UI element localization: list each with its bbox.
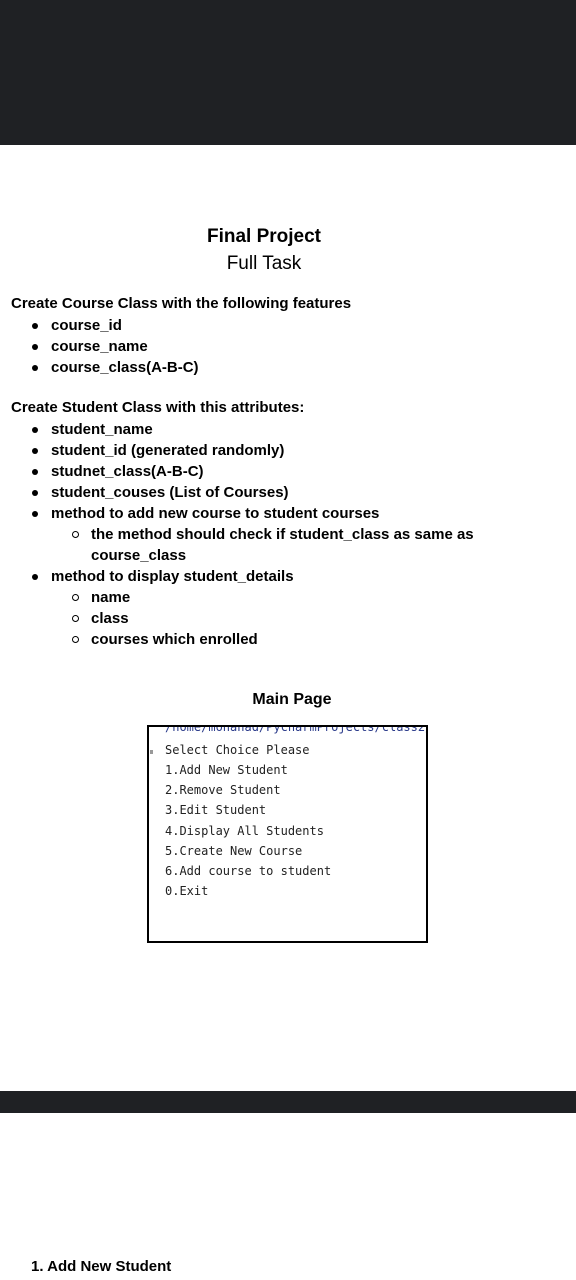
document-page: Final Project Full Task Create Course Cl… (0, 0, 576, 1280)
next-page-heading: 1. Add New Student (31, 1258, 172, 1275)
student-section-heading: Create Student Class with this attribute… (11, 399, 305, 416)
console-line: Select Choice Please (165, 743, 310, 757)
document-subtitle: Full Task (226, 253, 302, 274)
console-gutter-marker (150, 750, 153, 754)
console-line: 6.Add course to student (165, 864, 332, 878)
list-item: studnet_class(A-B-C) (0, 461, 511, 482)
list-item: student_couses (List of Courses) (0, 482, 511, 503)
list-item: course_name (0, 336, 199, 357)
console-path: /home/mohanad/PycharmProjects/class2/v (165, 725, 428, 734)
sub-list-item: name (0, 587, 511, 608)
student-attributes-list: student_name student_id (generated rando… (0, 419, 511, 650)
list-item: course_id (0, 315, 199, 336)
main-page-label: Main Page (252, 691, 332, 708)
console-line: 2.Remove Student (165, 783, 281, 797)
list-item: course_class(A-B-C) (0, 357, 199, 378)
console-line: 3.Edit Student (165, 803, 267, 817)
document-title: Final Project (206, 226, 322, 247)
sub-list-item: class (0, 608, 511, 629)
course-section-heading: Create Course Class with the following f… (11, 295, 352, 312)
list-item: method to add new course to student cour… (0, 503, 511, 524)
sub-list-item: the method should check if student_class… (0, 524, 511, 566)
console-line: 0.Exit (165, 884, 209, 898)
console-line: 5.Create New Course (165, 844, 303, 858)
list-item: method to display student_details (0, 566, 511, 587)
list-item: student_id (generated randomly) (0, 440, 511, 461)
top-dark-bar (0, 0, 576, 145)
course-features-list: course_id course_name course_class(A-B-C… (0, 315, 199, 378)
console-line: 4.Display All Students (165, 824, 324, 838)
sub-list-item: courses which enrolled (0, 629, 511, 650)
page-break-bar (0, 1091, 576, 1113)
list-item: student_name (0, 419, 511, 440)
console-screenshot: /home/mohanad/PycharmProjects/class2/v S… (147, 725, 428, 943)
console-line: 1.Add New Student (165, 763, 288, 777)
